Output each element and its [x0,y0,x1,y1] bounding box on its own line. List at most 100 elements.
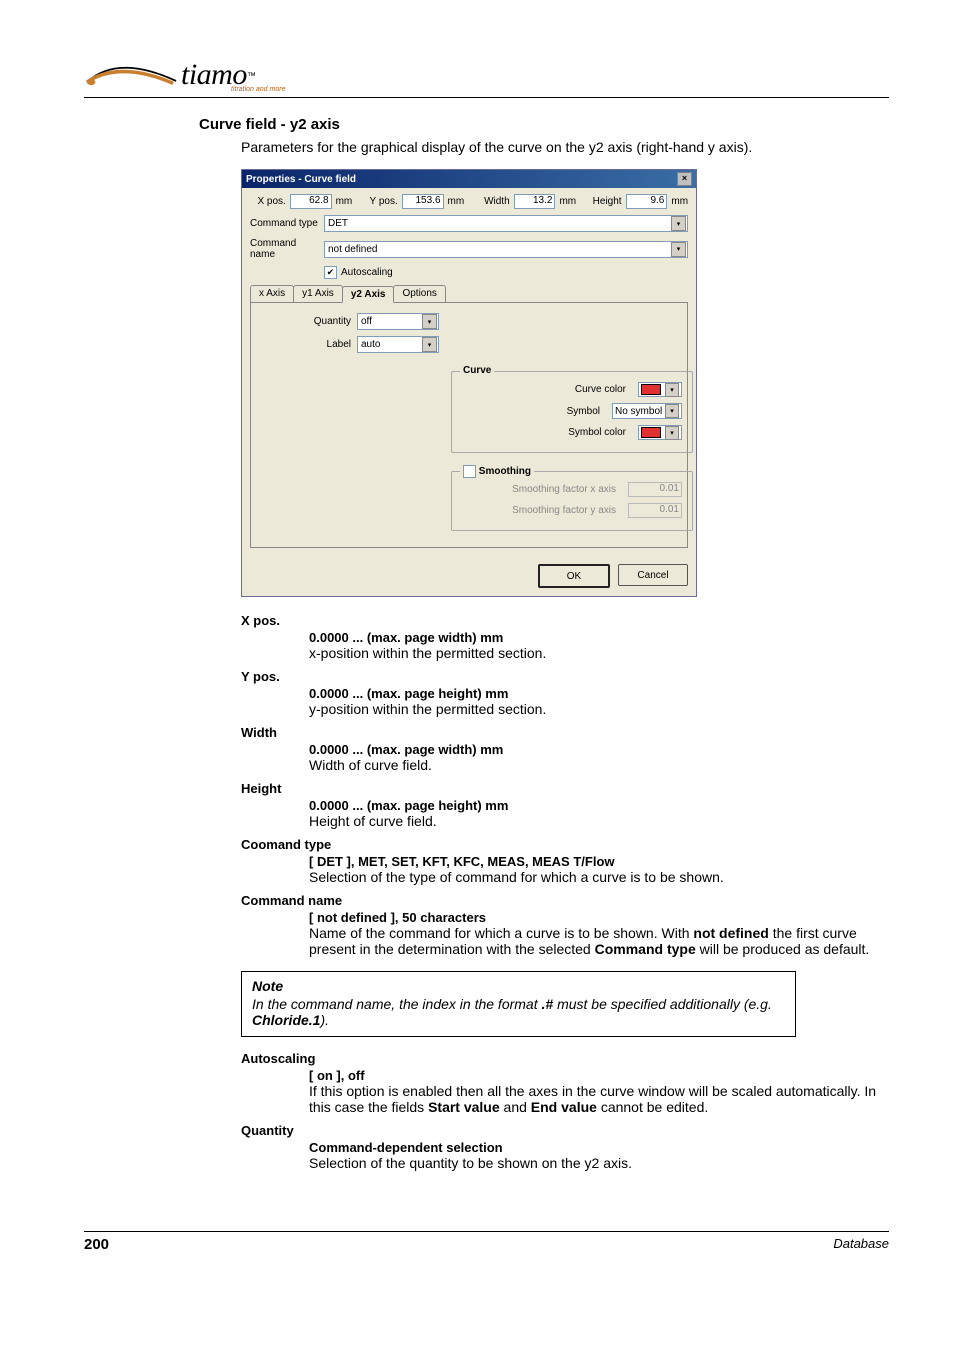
chevron-down-icon: ▾ [665,404,679,418]
dialog-title: Properties - Curve field [246,174,356,185]
autoscaling-checkbox[interactable]: ✔ [324,266,337,279]
curve-color-label: Curve color [462,384,630,395]
height-unit: mm [671,196,688,207]
smooth-y-input: 0.01 [628,503,682,518]
quantity-label: Quantity [261,316,351,327]
ypos-term: Y pos. [241,669,889,684]
note-title: Note [252,978,785,994]
smoothing-checkbox[interactable] [463,465,476,478]
note-body: In the command name, the index in the fo… [252,996,785,1028]
height-desc: Height of curve field. [309,813,889,829]
smoothing-label: Smoothing [479,466,531,477]
width-range: 0.0000 ... (max. page width) mm [309,742,889,757]
width-label: Width [468,196,509,207]
chevron-down-icon: ▾ [422,337,437,352]
tabs: x Axis y1 Axis y2 Axis Options [250,285,688,302]
width-term: Width [241,725,889,740]
width-unit: mm [559,196,576,207]
label-select[interactable]: auto ▾ [357,336,439,353]
curve-group: Curve Curve color ▾ Symbol No symbol ▾ [451,371,693,453]
curve-legend: Curve [460,365,494,376]
cmdname-select[interactable]: not defined ▾ [324,241,688,258]
autoscaling-label: Autoscaling [341,267,393,278]
section-title: Curve field - y2 axis [199,116,889,133]
cmdname-range: [ not defined ], 50 characters [309,910,889,925]
symbol-select[interactable]: No symbol ▾ [612,403,682,419]
xpos-input[interactable]: 62.8 [290,194,332,209]
page-header: tiamo™ titration and more [84,55,889,98]
tab-options[interactable]: Options [393,285,445,302]
label-value: auto [361,339,380,350]
chevron-down-icon: ▾ [422,314,437,329]
ypos-input[interactable]: 153.6 [402,194,444,209]
tab-y2-axis[interactable]: y2 Axis [342,286,395,303]
footer-section: Database [833,1236,889,1253]
height-range: 0.0000 ... (max. page height) mm [309,798,889,813]
logo-subtitle: titration and more [231,86,285,93]
cmdtype-label: Command type [250,218,320,229]
cmdtype-term: Coomand type [241,837,889,852]
cmdtype-range: [ DET ], MET, SET, KFT, KFC, MEAS, MEAS … [309,854,889,869]
definitions: X pos. 0.0000 ... (max. page width) mm x… [241,613,889,957]
section-para: Parameters for the graphical display of … [241,139,889,155]
xpos-term: X pos. [241,613,889,628]
chevron-down-icon: ▾ [665,383,679,397]
height-term: Height [241,781,889,796]
symbol-value: No symbol [615,406,662,417]
autoscaling-term: Autoscaling [241,1051,889,1066]
quantity-term: Quantity [241,1123,889,1138]
cmdname-label: Command name [250,238,320,260]
page-number: 200 [84,1236,109,1253]
chevron-down-icon: ▾ [665,426,679,440]
height-label: Height [580,196,621,207]
cmdname-term: Command name [241,893,889,908]
quantity-select[interactable]: off ▾ [357,313,439,330]
cmdtype-value: DET [328,218,348,229]
ypos-desc: y-position within the permitted section. [309,701,889,717]
xpos-label: X pos. [250,196,286,207]
autoscaling-desc: If this option is enabled then all the a… [309,1083,889,1115]
cmdtype-desc: Selection of the type of command for whi… [309,869,889,885]
chevron-down-icon: ▾ [671,242,686,257]
note-box: Note In the command name, the index in t… [241,971,796,1037]
xpos-unit: mm [336,196,353,207]
symbol-color-label: Symbol color [462,427,630,438]
cmdname-value: not defined [328,244,378,255]
dialog-titlebar: Properties - Curve field × [242,170,696,188]
smooth-y-label: Smoothing factor y axis [462,505,620,516]
curve-color-swatch [641,384,661,395]
smooth-x-input: 0.01 [628,482,682,497]
tab-y1-axis[interactable]: y1 Axis [293,285,343,302]
width-desc: Width of curve field. [309,757,889,773]
ypos-unit: mm [448,196,465,207]
logo: tiamo™ titration and more [84,55,285,95]
quantity-desc: Selection of the quantity to be shown on… [309,1155,889,1171]
autoscaling-range: [ on ], off [309,1068,889,1083]
symbol-color-select[interactable]: ▾ [638,425,682,440]
tab-x-axis[interactable]: x Axis [250,285,294,302]
smoothing-legend: Smoothing [460,465,534,478]
width-input[interactable]: 13.2 [514,194,556,209]
ypos-range: 0.0000 ... (max. page height) mm [309,686,889,701]
symbol-label: Symbol [462,406,604,417]
height-input[interactable]: 9.6 [626,194,668,209]
quantity-range: Command-dependent selection [309,1140,889,1155]
ypos-label: Y pos. [356,196,397,207]
tab-panel: Quantity off ▾ Label auto ▾ Curve Curve … [250,302,688,548]
curve-color-select[interactable]: ▾ [638,382,682,397]
symbol-color-swatch [641,427,661,438]
chevron-down-icon: ▾ [671,216,686,231]
quantity-value: off [361,316,372,327]
smooth-x-label: Smoothing factor x axis [462,484,620,495]
close-icon[interactable]: × [677,172,692,186]
properties-dialog: Properties - Curve field × X pos. 62.8 m… [241,169,697,597]
xpos-desc: x-position within the permitted section. [309,645,889,661]
definitions-2: Autoscaling [ on ], off If this option i… [241,1051,889,1171]
cmdtype-select[interactable]: DET ▾ [324,215,688,232]
smoothing-group: Smoothing Smoothing factor x axis 0.01 S… [451,471,693,531]
xpos-range: 0.0000 ... (max. page width) mm [309,630,889,645]
cancel-button[interactable]: Cancel [618,564,688,586]
ok-button[interactable]: OK [538,564,610,588]
cmdname-desc: Name of the command for which a curve is… [309,925,889,957]
logo-tm: ™ [247,70,256,80]
